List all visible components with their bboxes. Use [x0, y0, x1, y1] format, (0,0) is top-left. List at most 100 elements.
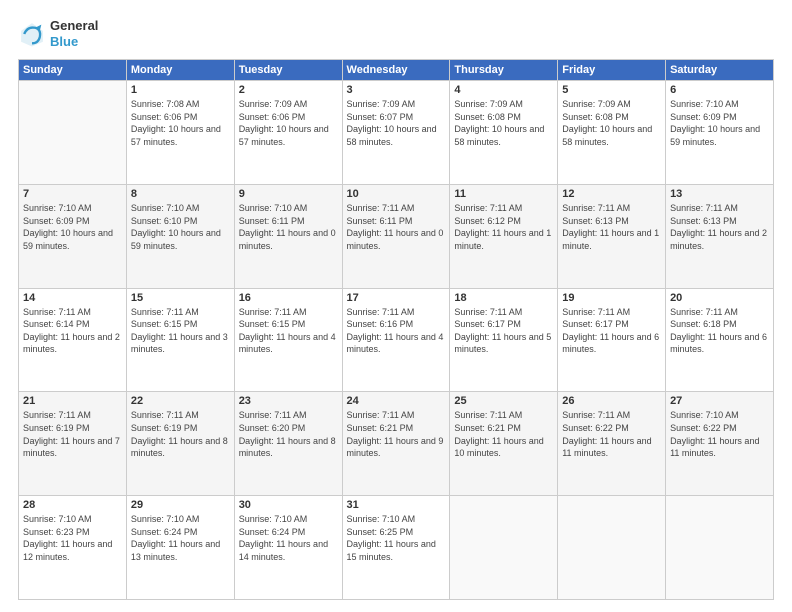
- calendar-table: SundayMondayTuesdayWednesdayThursdayFrid…: [18, 59, 774, 600]
- calendar-cell: 2 Sunrise: 7:09 AMSunset: 6:06 PMDaylight…: [234, 81, 342, 185]
- day-info: Sunrise: 7:11 AMSunset: 6:20 PMDaylight:…: [239, 409, 338, 459]
- day-number: 27: [670, 395, 769, 407]
- day-number: 28: [23, 499, 122, 511]
- day-info: Sunrise: 7:11 AMSunset: 6:12 PMDaylight:…: [454, 202, 553, 252]
- calendar-cell: [19, 81, 127, 185]
- calendar-cell: 25 Sunrise: 7:11 AMSunset: 6:21 PMDayligh…: [450, 392, 558, 496]
- day-number: 29: [131, 499, 230, 511]
- day-number: 3: [347, 84, 446, 96]
- calendar-cell: 30 Sunrise: 7:10 AMSunset: 6:24 PMDayligh…: [234, 496, 342, 600]
- day-info: Sunrise: 7:09 AMSunset: 6:08 PMDaylight:…: [454, 98, 553, 148]
- calendar-cell: 9Sunrise: 7:10 AMSunset: 6:11 PMDaylight…: [234, 184, 342, 288]
- day-number: 26: [562, 395, 661, 407]
- day-number: 9: [239, 188, 338, 200]
- day-info: Sunrise: 7:10 AMSunset: 6:22 PMDaylight:…: [670, 409, 769, 459]
- calendar-cell: 11Sunrise: 7:11 AMSunset: 6:12 PMDayligh…: [450, 184, 558, 288]
- day-info: Sunrise: 7:11 AMSunset: 6:13 PMDaylight:…: [670, 202, 769, 252]
- calendar-cell: 1 Sunrise: 7:08 AMSunset: 6:06 PMDaylight…: [126, 81, 234, 185]
- day-number: 16: [239, 292, 338, 304]
- day-number: 20: [670, 292, 769, 304]
- header: General Blue: [18, 18, 774, 49]
- weekday-friday: Friday: [558, 60, 666, 81]
- day-info: Sunrise: 7:11 AMSunset: 6:22 PMDaylight:…: [562, 409, 661, 459]
- calendar-cell: 23 Sunrise: 7:11 AMSunset: 6:20 PMDayligh…: [234, 392, 342, 496]
- day-info: Sunrise: 7:11 AMSunset: 6:21 PMDaylight:…: [347, 409, 446, 459]
- day-info: Sunrise: 7:10 AMSunset: 6:10 PMDaylight:…: [131, 202, 230, 252]
- calendar-cell: 12 Sunrise: 7:11 AMSunset: 6:13 PMDayligh…: [558, 184, 666, 288]
- logo-blue: Blue: [50, 34, 78, 49]
- day-number: 30: [239, 499, 338, 511]
- day-info: Sunrise: 7:09 AMSunset: 6:06 PMDaylight:…: [239, 98, 338, 148]
- calendar-cell: 4 Sunrise: 7:09 AMSunset: 6:08 PMDaylight…: [450, 81, 558, 185]
- calendar-cell: 13 Sunrise: 7:11 AMSunset: 6:13 PMDayligh…: [666, 184, 774, 288]
- calendar-cell: [558, 496, 666, 600]
- logo-general: General: [50, 18, 98, 33]
- day-number: 22: [131, 395, 230, 407]
- day-info: Sunrise: 7:10 AMSunset: 6:24 PMDaylight:…: [239, 513, 338, 563]
- day-info: Sunrise: 7:10 AMSunset: 6:24 PMDaylight:…: [131, 513, 230, 563]
- weekday-saturday: Saturday: [666, 60, 774, 81]
- day-info: Sunrise: 7:11 AMSunset: 6:19 PMDaylight:…: [23, 409, 122, 459]
- calendar-cell: 6 Sunrise: 7:10 AMSunset: 6:09 PMDaylight…: [666, 81, 774, 185]
- weekday-sunday: Sunday: [19, 60, 127, 81]
- week-row-5: 28 Sunrise: 7:10 AMSunset: 6:23 PMDayligh…: [19, 496, 774, 600]
- calendar-cell: 18Sunrise: 7:11 AMSunset: 6:17 PMDayligh…: [450, 288, 558, 392]
- day-number: 1: [131, 84, 230, 96]
- day-info: Sunrise: 7:11 AMSunset: 6:15 PMDaylight:…: [131, 306, 230, 356]
- week-row-1: 1 Sunrise: 7:08 AMSunset: 6:06 PMDaylight…: [19, 81, 774, 185]
- day-number: 6: [670, 84, 769, 96]
- logo: General Blue: [18, 18, 98, 49]
- day-info: Sunrise: 7:10 AMSunset: 6:25 PMDaylight:…: [347, 513, 446, 563]
- day-number: 10: [347, 188, 446, 200]
- calendar-cell: 27 Sunrise: 7:10 AMSunset: 6:22 PMDayligh…: [666, 392, 774, 496]
- day-number: 2: [239, 84, 338, 96]
- day-info: Sunrise: 7:11 AMSunset: 6:11 PMDaylight:…: [347, 202, 446, 252]
- weekday-tuesday: Tuesday: [234, 60, 342, 81]
- day-info: Sunrise: 7:11 AMSunset: 6:18 PMDaylight:…: [670, 306, 769, 356]
- calendar-cell: [450, 496, 558, 600]
- day-info: Sunrise: 7:10 AMSunset: 6:23 PMDaylight:…: [23, 513, 122, 563]
- weekday-thursday: Thursday: [450, 60, 558, 81]
- day-number: 8: [131, 188, 230, 200]
- calendar-cell: 16 Sunrise: 7:11 AMSunset: 6:15 PMDayligh…: [234, 288, 342, 392]
- page: General Blue SundayMondayTuesdayWednesda…: [0, 0, 792, 612]
- day-number: 17: [347, 292, 446, 304]
- day-info: Sunrise: 7:11 AMSunset: 6:15 PMDaylight:…: [239, 306, 338, 356]
- day-info: Sunrise: 7:08 AMSunset: 6:06 PMDaylight:…: [131, 98, 230, 148]
- calendar-cell: 24Sunrise: 7:11 AMSunset: 6:21 PMDayligh…: [342, 392, 450, 496]
- calendar-cell: 31 Sunrise: 7:10 AMSunset: 6:25 PMDayligh…: [342, 496, 450, 600]
- calendar-cell: 19Sunrise: 7:11 AMSunset: 6:17 PMDayligh…: [558, 288, 666, 392]
- calendar-cell: 22 Sunrise: 7:11 AMSunset: 6:19 PMDayligh…: [126, 392, 234, 496]
- day-info: Sunrise: 7:09 AMSunset: 6:08 PMDaylight:…: [562, 98, 661, 148]
- day-number: 23: [239, 395, 338, 407]
- day-info: Sunrise: 7:11 AMSunset: 6:19 PMDaylight:…: [131, 409, 230, 459]
- calendar-cell: 28 Sunrise: 7:10 AMSunset: 6:23 PMDayligh…: [19, 496, 127, 600]
- day-info: Sunrise: 7:11 AMSunset: 6:21 PMDaylight:…: [454, 409, 553, 459]
- calendar-cell: 7Sunrise: 7:10 AMSunset: 6:09 PMDaylight…: [19, 184, 127, 288]
- calendar-cell: 15 Sunrise: 7:11 AMSunset: 6:15 PMDayligh…: [126, 288, 234, 392]
- weekday-monday: Monday: [126, 60, 234, 81]
- day-info: Sunrise: 7:10 AMSunset: 6:09 PMDaylight:…: [670, 98, 769, 148]
- day-number: 31: [347, 499, 446, 511]
- calendar-cell: 10 Sunrise: 7:11 AMSunset: 6:11 PMDayligh…: [342, 184, 450, 288]
- day-number: 5: [562, 84, 661, 96]
- day-info: Sunrise: 7:11 AMSunset: 6:17 PMDaylight:…: [454, 306, 553, 356]
- calendar-cell: 5 Sunrise: 7:09 AMSunset: 6:08 PMDaylight…: [558, 81, 666, 185]
- day-info: Sunrise: 7:11 AMSunset: 6:16 PMDaylight:…: [347, 306, 446, 356]
- day-info: Sunrise: 7:11 AMSunset: 6:13 PMDaylight:…: [562, 202, 661, 252]
- day-number: 15: [131, 292, 230, 304]
- calendar-cell: 26 Sunrise: 7:11 AMSunset: 6:22 PMDayligh…: [558, 392, 666, 496]
- day-number: 4: [454, 84, 553, 96]
- week-row-3: 14Sunrise: 7:11 AMSunset: 6:14 PMDayligh…: [19, 288, 774, 392]
- calendar-cell: 29 Sunrise: 7:10 AMSunset: 6:24 PMDayligh…: [126, 496, 234, 600]
- week-row-2: 7Sunrise: 7:10 AMSunset: 6:09 PMDaylight…: [19, 184, 774, 288]
- logo-text: General Blue: [50, 18, 98, 49]
- calendar-cell: 20 Sunrise: 7:11 AMSunset: 6:18 PMDayligh…: [666, 288, 774, 392]
- day-number: 12: [562, 188, 661, 200]
- day-info: Sunrise: 7:11 AMSunset: 6:17 PMDaylight:…: [562, 306, 661, 356]
- calendar-cell: 17 Sunrise: 7:11 AMSunset: 6:16 PMDayligh…: [342, 288, 450, 392]
- weekday-header-row: SundayMondayTuesdayWednesdayThursdayFrid…: [19, 60, 774, 81]
- day-info: Sunrise: 7:10 AMSunset: 6:09 PMDaylight:…: [23, 202, 122, 252]
- day-number: 13: [670, 188, 769, 200]
- day-number: 25: [454, 395, 553, 407]
